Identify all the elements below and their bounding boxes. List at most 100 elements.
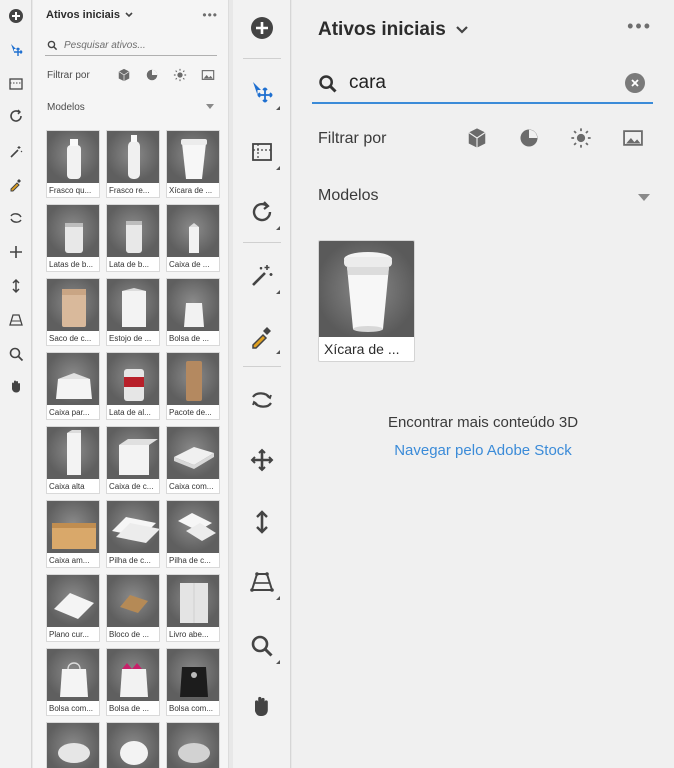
select-move-icon[interactable] — [4, 38, 28, 62]
asset-thumbnail — [167, 575, 219, 627]
asset-label: Xícara de ... — [169, 186, 213, 195]
more-options-icon[interactable]: ••• — [627, 16, 652, 37]
asset-card[interactable]: Lata de b... — [106, 204, 160, 272]
image-filter-icon[interactable] — [622, 127, 644, 149]
asset-card[interactable]: Pilha de c... — [166, 500, 220, 568]
asset-thumbnail — [47, 205, 99, 257]
asset-card[interactable]: Pacote de... — [166, 352, 220, 420]
asset-card[interactable]: Caixa alta — [46, 426, 100, 494]
asset-card[interactable]: Caixa de ... — [166, 204, 220, 272]
rotate-icon[interactable] — [4, 104, 28, 128]
material-filter-icon[interactable] — [518, 127, 540, 149]
frame-icon[interactable] — [4, 72, 28, 96]
cube-filter-icon[interactable] — [117, 68, 131, 82]
asset-card[interactable]: Frasco qu... — [46, 130, 100, 198]
search-field[interactable]: cara — [312, 64, 653, 104]
models-section-label: Modelos — [47, 102, 85, 113]
select-move-icon[interactable] — [246, 76, 280, 110]
panel-title-label: Ativos iniciais — [318, 19, 446, 40]
asset-card[interactable]: Bolsa de ... — [166, 278, 220, 346]
asset-card[interactable]: Pilha de c... — [106, 500, 160, 568]
adobe-stock-link[interactable]: Navegar pelo Adobe Stock — [292, 442, 674, 459]
material-filter-icon[interactable] — [145, 68, 159, 82]
section-collapse-icon[interactable] — [638, 194, 650, 201]
asset-card[interactable]: Bolsa com... — [46, 648, 100, 716]
asset-label: Livro abe... — [169, 630, 209, 639]
hand-icon[interactable] — [246, 690, 278, 722]
pan-move-icon[interactable] — [246, 444, 278, 476]
asset-label: Lata de al... — [109, 408, 151, 417]
orbit-icon[interactable] — [246, 384, 278, 416]
asset-label: Saco de c... — [49, 334, 92, 343]
asset-label: Caixa de c... — [109, 482, 154, 491]
asset-card[interactable] — [166, 722, 220, 768]
filter-icons — [117, 68, 215, 82]
magic-wand-icon[interactable] — [4, 140, 28, 164]
zoom-icon[interactable] — [246, 630, 280, 664]
asset-thumbnail — [107, 205, 159, 257]
filter-label: Filtrar por — [318, 130, 387, 147]
asset-card[interactable]: Caixa par... — [46, 352, 100, 420]
perspective-icon[interactable] — [246, 566, 280, 600]
pan-move-icon[interactable] — [4, 240, 28, 264]
asset-card[interactable]: Caixa de c... — [106, 426, 160, 494]
add-icon[interactable] — [4, 4, 28, 28]
dolly-icon[interactable] — [4, 274, 28, 298]
asset-card[interactable]: Bolsa de ... — [106, 648, 160, 716]
result-item-coffee-cup[interactable]: Xícara de ... — [318, 240, 415, 362]
asset-card[interactable]: Livro abe... — [166, 574, 220, 642]
asset-card[interactable]: Bolsa com... — [166, 648, 220, 716]
asset-card[interactable]: Xícara de ... — [166, 130, 220, 198]
asset-card[interactable]: Estojo de ... — [106, 278, 160, 346]
asset-label: Frasco re... — [109, 186, 150, 195]
perspective-icon[interactable] — [4, 308, 28, 332]
asset-card[interactable]: Lata de al... — [106, 352, 160, 420]
dolly-icon[interactable] — [246, 506, 278, 538]
asset-card[interactable]: Latas de b... — [46, 204, 100, 272]
asset-thumbnail — [107, 353, 159, 405]
orbit-icon[interactable] — [4, 206, 28, 230]
large-tool-rail — [233, 0, 291, 768]
eyedropper-icon[interactable] — [246, 320, 280, 354]
image-filter-icon[interactable] — [201, 68, 215, 82]
cube-filter-icon[interactable] — [466, 127, 488, 149]
asset-card[interactable] — [106, 722, 160, 768]
add-icon[interactable] — [246, 12, 278, 44]
search-input[interactable]: cara — [349, 72, 386, 94]
asset-thumbnail — [107, 575, 159, 627]
find-more-3d-text: Encontrar mais conteúdo 3D — [387, 414, 579, 431]
more-options-icon[interactable]: ••• — [202, 8, 218, 22]
clear-search-icon[interactable] — [625, 73, 645, 93]
asset-card[interactable]: Saco de c... — [46, 278, 100, 346]
asset-thumbnail — [107, 723, 159, 768]
light-filter-icon[interactable] — [570, 127, 592, 149]
asset-label: Caixa com... — [169, 482, 214, 491]
panel-title[interactable]: Ativos iniciais — [318, 19, 470, 41]
hand-icon[interactable] — [4, 374, 28, 398]
asset-card[interactable]: Frasco re... — [106, 130, 160, 198]
asset-card[interactable]: Bloco de ... — [106, 574, 160, 642]
asset-label: Plano cur... — [49, 630, 90, 639]
search-field[interactable]: Pesquisar ativos... — [45, 36, 217, 56]
asset-card[interactable]: Caixa am... — [46, 500, 100, 568]
eyedropper-icon[interactable] — [4, 172, 28, 196]
search-icon — [47, 40, 58, 51]
separator — [243, 366, 281, 367]
frame-icon[interactable] — [246, 136, 280, 170]
asset-card[interactable] — [46, 722, 100, 768]
asset-label: Pilha de c... — [109, 556, 151, 565]
asset-card[interactable]: Plano cur... — [46, 574, 100, 642]
rotate-icon[interactable] — [246, 196, 280, 230]
asset-thumbnail — [167, 353, 219, 405]
magic-wand-icon[interactable] — [246, 260, 280, 294]
starter-assets-panel-small: Ativos iniciais ••• Pesquisar ativos... … — [33, 0, 229, 768]
asset-label: Latas de b... — [49, 260, 94, 269]
asset-card[interactable]: Caixa com... — [166, 426, 220, 494]
section-collapse-icon[interactable] — [206, 104, 214, 109]
panel-title-small[interactable]: Ativos iniciais — [46, 9, 134, 21]
asset-label: Bloco de ... — [109, 630, 150, 639]
asset-label: Bolsa com... — [49, 704, 94, 713]
light-filter-icon[interactable] — [173, 68, 187, 82]
cup-thumbnail — [319, 241, 414, 337]
zoom-icon[interactable] — [4, 342, 28, 366]
